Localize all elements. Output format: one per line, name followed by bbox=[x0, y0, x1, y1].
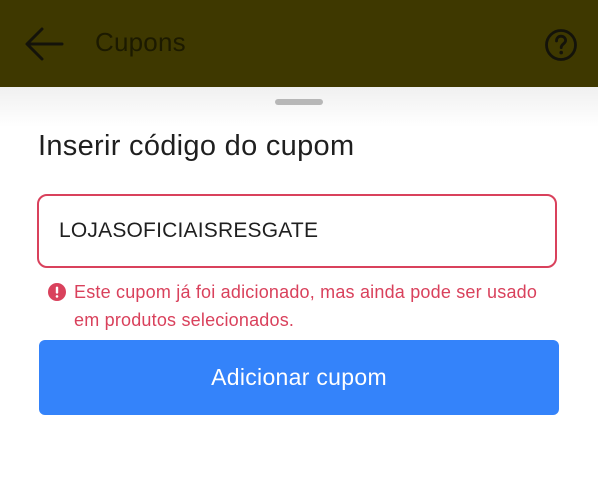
coupon-code-field[interactable] bbox=[37, 194, 557, 268]
exclamation-circle-icon bbox=[48, 283, 66, 301]
top-app-bar: Cupons bbox=[0, 0, 598, 87]
arrow-left-icon[interactable] bbox=[24, 26, 64, 62]
sheet-drag-handle[interactable] bbox=[275, 99, 323, 105]
add-coupon-button[interactable]: Adicionar cupom bbox=[39, 340, 559, 415]
page-title: Cupons bbox=[95, 27, 186, 57]
coupon-code-input[interactable] bbox=[59, 196, 539, 265]
coupon-error-message: Este cupom já foi adicionado, mas ainda … bbox=[74, 282, 538, 330]
coupon-bottom-sheet: Inserir código do cupom Este cupom já fo… bbox=[0, 87, 598, 500]
sheet-top-shadow bbox=[0, 87, 598, 127]
question-circle-icon[interactable] bbox=[544, 28, 578, 62]
sheet-title: Inserir código do cupom bbox=[38, 130, 355, 162]
